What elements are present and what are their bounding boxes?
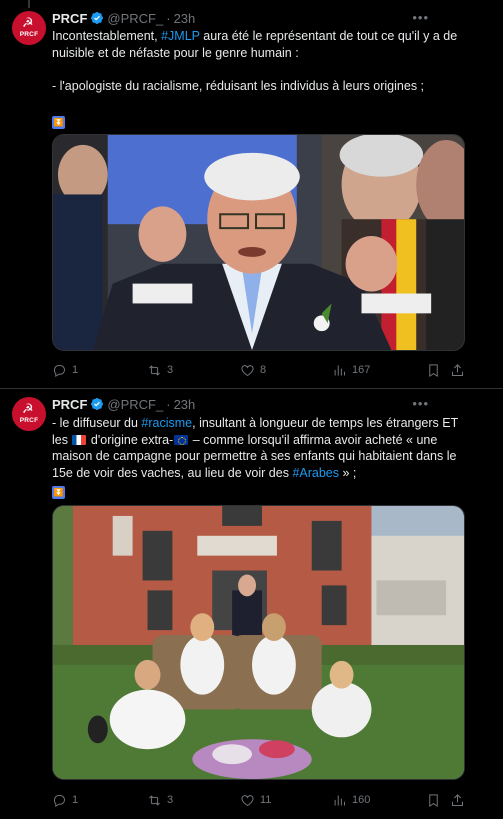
avatar-label: PRCF <box>19 417 39 424</box>
like-button[interactable]: 8 <box>240 362 266 378</box>
views-count: 167 <box>352 364 371 376</box>
share-button[interactable] <box>450 792 465 808</box>
hammer-sickle-icon: ☭ <box>22 16 34 31</box>
like-icon <box>241 794 254 806</box>
reply-count: 1 <box>72 794 79 806</box>
author-name[interactable]: PRCF <box>52 397 87 412</box>
reply-icon <box>53 364 65 377</box>
tweet-header: PRCF @PRCF_ · 23h ••• <box>52 10 465 26</box>
hammer-sickle-icon: ☭ <box>22 402 34 417</box>
views-icon <box>334 365 345 375</box>
bookmark-icon <box>429 363 438 377</box>
share-icon <box>452 363 463 376</box>
verified-badge-icon <box>91 12 104 24</box>
paragraph: Incontestablement, #JMLP aura été le rep… <box>52 29 458 60</box>
author-name[interactable]: PRCF <box>52 11 87 26</box>
more-icon[interactable]: ••• <box>412 396 429 411</box>
tweet[interactable]: ☭ PRCF PRCF @PRCF_ · 23h ••• Incontestab… <box>0 0 503 389</box>
share-icon <box>452 793 463 806</box>
hashtag-link[interactable]: #Arabes <box>292 466 339 480</box>
tweet-photo[interactable] <box>52 505 465 780</box>
retweet-icon <box>149 794 160 806</box>
tweet-text: - le diffuseur du #racisme, insultant à … <box>52 415 472 499</box>
like-count: 8 <box>260 364 267 376</box>
views-button[interactable]: 160 <box>332 792 370 808</box>
retweet-icon <box>149 364 160 376</box>
reply-icon <box>53 794 65 807</box>
hashtag-link[interactable]: #JMLP <box>161 29 200 43</box>
hashtag-link[interactable]: #racisme <box>141 416 192 430</box>
tweet[interactable]: ☭ PRCF PRCF @PRCF_ · 23h ••• - le diffus… <box>0 389 503 819</box>
france-flag-icon <box>72 434 87 445</box>
reply-count: 1 <box>72 364 79 376</box>
views-count: 160 <box>352 794 371 806</box>
reply-button[interactable]: 1 <box>52 792 78 808</box>
tweet-time[interactable]: 23h <box>174 11 196 26</box>
author-handle[interactable]: @PRCF_ <box>107 11 163 26</box>
avatar-label: PRCF <box>19 31 39 38</box>
like-count: 11 <box>260 794 272 806</box>
tweet-time[interactable]: 23h <box>174 397 196 412</box>
retweet-button[interactable]: 3 <box>147 362 173 378</box>
down-arrow-emoji-icon: ⏬ <box>52 115 65 129</box>
tweet-actions: 1 3 11 160 <box>52 792 465 808</box>
paragraph: - l'apologiste du racialisme, réduisant … <box>52 78 425 93</box>
author-handle[interactable]: @PRCF_ <box>107 397 163 412</box>
avatar[interactable]: ☭ PRCF <box>12 397 46 431</box>
more-icon[interactable]: ••• <box>412 10 429 25</box>
paragraph: - le diffuseur du #racisme, insultant à … <box>52 416 459 480</box>
tweet-text: Incontestablement, #JMLP aura été le rep… <box>52 28 472 129</box>
reply-button[interactable]: 1 <box>52 362 78 378</box>
retweet-count: 3 <box>167 794 174 806</box>
avatar[interactable]: ☭ PRCF <box>12 11 46 45</box>
bookmark-button[interactable] <box>426 362 441 378</box>
retweet-button[interactable]: 3 <box>147 792 173 808</box>
verified-badge-icon <box>91 398 104 410</box>
share-button[interactable] <box>450 362 465 378</box>
tweet-photo[interactable] <box>52 134 465 351</box>
eu-flag-icon <box>174 434 189 445</box>
bookmark-button[interactable] <box>426 792 441 808</box>
retweet-count: 3 <box>167 364 174 376</box>
separator-dot: · <box>166 396 171 412</box>
views-icon <box>334 795 345 805</box>
bookmark-icon <box>429 793 438 807</box>
views-button[interactable]: 167 <box>332 362 370 378</box>
down-arrow-emoji-icon: ⏬ <box>52 486 65 499</box>
separator-dot: · <box>166 10 171 26</box>
like-icon <box>241 364 254 376</box>
like-button[interactable]: 11 <box>240 792 271 808</box>
tweet-header: PRCF @PRCF_ · 23h ••• <box>52 396 465 412</box>
tweet-actions: 1 3 8 167 <box>52 362 465 378</box>
